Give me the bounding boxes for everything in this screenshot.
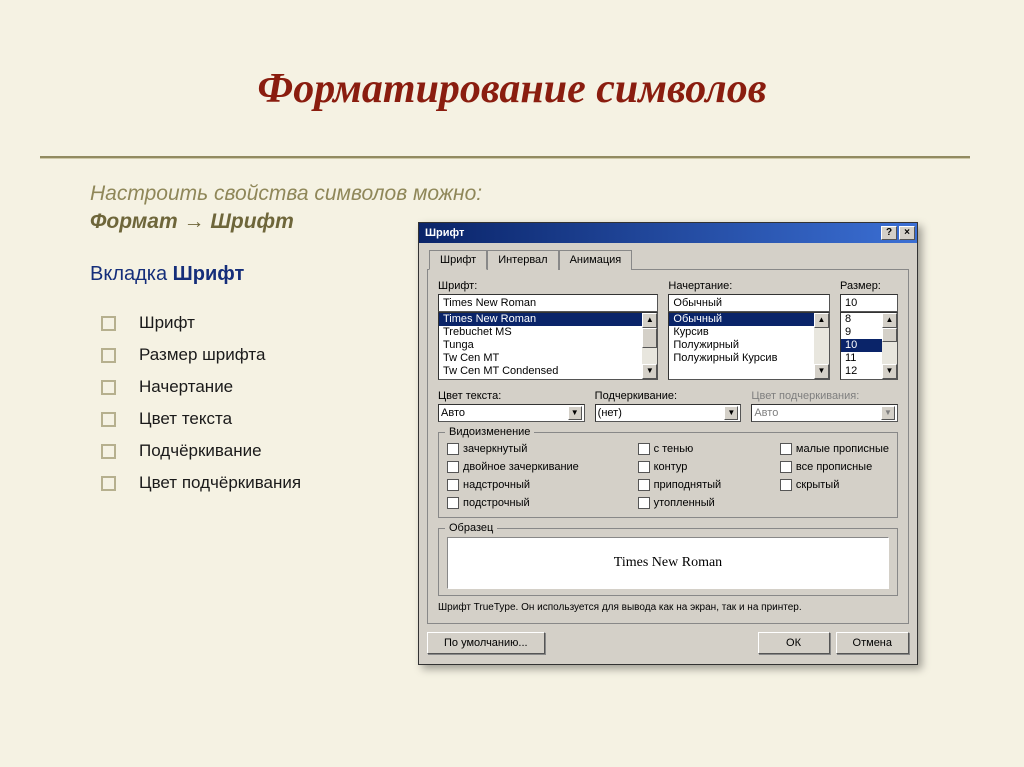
default-button[interactable]: По умолчанию... (427, 632, 545, 654)
chk-label: подстрочный (463, 497, 530, 509)
slide-title: Форматирование символов (0, 65, 1024, 113)
section-subhead: Вкладка Шрифт (90, 263, 244, 286)
tab-font[interactable]: Шрифт (429, 250, 487, 270)
list-item[interactable]: Полужирный (669, 339, 829, 352)
checkbox-engrave[interactable] (638, 497, 650, 509)
dialog-title: Шрифт (425, 227, 464, 239)
checkbox-shadow[interactable] (638, 443, 650, 455)
font-dialog: Шрифт ? × Шрифт Интервал Анимация Шрифт:… (418, 222, 918, 665)
color-select[interactable]: Авто ▼ (438, 404, 585, 422)
chk-label: с тенью (654, 443, 694, 455)
chk-label: утопленный (654, 497, 715, 509)
list-item: Размер шрифта (95, 339, 301, 371)
list-item[interactable]: Обычный (669, 313, 829, 326)
cancel-button[interactable]: Отмена (836, 632, 909, 654)
chk-label: двойное зачеркивание (463, 461, 579, 473)
chevron-down-icon: ▼ (724, 406, 738, 420)
list-item[interactable]: Tw Cen MT (439, 352, 657, 365)
scroll-up-icon[interactable]: ▲ (642, 313, 657, 328)
list-item: Подчёркивание (95, 435, 301, 467)
list-item: Шрифт (95, 307, 301, 339)
chk-label: приподнятый (654, 479, 722, 491)
subhead-prefix: Вкладка (90, 263, 173, 285)
titlebar[interactable]: Шрифт ? × (419, 223, 917, 243)
underline-select[interactable]: (нет) ▼ (595, 404, 742, 422)
font-description: Шрифт TrueType. Он используется для выво… (438, 602, 898, 613)
checkbox-double-strike[interactable] (447, 461, 459, 473)
checkbox-smallcaps[interactable] (780, 443, 792, 455)
list-item[interactable]: Курсив (669, 326, 829, 339)
scroll-down-icon[interactable]: ▼ (642, 364, 657, 379)
scroll-up-icon[interactable]: ▲ (814, 313, 829, 328)
underline-value: (нет) (598, 407, 622, 419)
checkbox-outline[interactable] (638, 461, 650, 473)
scroll-thumb[interactable] (882, 328, 897, 342)
divider (40, 156, 970, 158)
checkbox-allcaps[interactable] (780, 461, 792, 473)
font-input[interactable] (438, 294, 658, 312)
chk-label: все прописные (796, 461, 872, 473)
chk-label: скрытый (796, 479, 839, 491)
effects-group: Видоизменение зачеркнутый двойное зачерк… (438, 432, 898, 518)
checkbox-emboss[interactable] (638, 479, 650, 491)
font-listbox[interactable]: Times New Roman Trebuchet MS Tunga Tw Ce… (438, 312, 658, 380)
close-button[interactable]: × (899, 226, 915, 240)
size-input[interactable] (840, 294, 898, 312)
tab-spacing[interactable]: Интервал (487, 250, 558, 270)
style-listbox[interactable]: Обычный Курсив Полужирный Полужирный Кур… (668, 312, 830, 380)
chk-label: зачеркнутый (463, 443, 527, 455)
checkbox-hidden[interactable] (780, 479, 792, 491)
list-item[interactable]: Полужирный Курсив (669, 352, 829, 365)
list-item: Цвет текста (95, 403, 301, 435)
color-value: Авто (441, 407, 465, 419)
checkbox-subscript[interactable] (447, 497, 459, 509)
help-button[interactable]: ? (881, 226, 897, 240)
underline-color-select: Авто ▼ (751, 404, 898, 422)
intro-line: Настроить свойства символов можно: (90, 180, 482, 208)
scroll-up-icon[interactable]: ▲ (882, 313, 897, 328)
scroll-thumb[interactable] (642, 328, 657, 348)
preview-box: Times New Roman (447, 537, 889, 589)
effects-legend: Видоизменение (445, 426, 534, 438)
chk-label: контур (654, 461, 688, 473)
preview-group: Образец Times New Roman (438, 528, 898, 596)
underline-color-value: Авто (754, 407, 778, 419)
checkbox-strikethrough[interactable] (447, 443, 459, 455)
scrollbar[interactable]: ▲ ▼ (882, 313, 897, 379)
label-font: Шрифт: (438, 280, 658, 292)
size-listbox[interactable]: 8 9 10 11 12 ▲ ▼ (840, 312, 898, 380)
chk-label: малые прописные (796, 443, 889, 455)
list-item[interactable]: Tunga (439, 339, 657, 352)
style-input[interactable] (668, 294, 830, 312)
label-color: Цвет текста: (438, 390, 585, 402)
label-underline: Подчеркивание: (595, 390, 742, 402)
list-item[interactable]: Tw Cen MT Condensed (439, 365, 657, 378)
list-item: Цвет подчёркивания (95, 467, 301, 499)
scroll-down-icon[interactable]: ▼ (814, 364, 829, 379)
label-size: Размер: (840, 280, 898, 292)
list-item[interactable]: Trebuchet MS (439, 326, 657, 339)
scrollbar[interactable]: ▲ ▼ (642, 313, 657, 379)
scroll-down-icon[interactable]: ▼ (882, 364, 897, 379)
chevron-down-icon: ▼ (568, 406, 582, 420)
preview-legend: Образец (445, 522, 497, 534)
ok-button[interactable]: ОК (758, 632, 830, 654)
list-item: Начертание (95, 371, 301, 403)
list-item[interactable]: Times New Roman (439, 313, 657, 326)
checkbox-superscript[interactable] (447, 479, 459, 491)
label-style: Начертание: (668, 280, 830, 292)
label-underline-color: Цвет подчеркивания: (751, 390, 898, 402)
tab-animation[interactable]: Анимация (559, 250, 633, 270)
subhead-bold: Шрифт (173, 263, 245, 285)
chevron-down-icon: ▼ (881, 406, 895, 420)
scrollbar[interactable]: ▲ ▼ (814, 313, 829, 379)
bullet-list: Шрифт Размер шрифта Начертание Цвет текс… (95, 307, 301, 499)
chk-label: надстрочный (463, 479, 530, 491)
